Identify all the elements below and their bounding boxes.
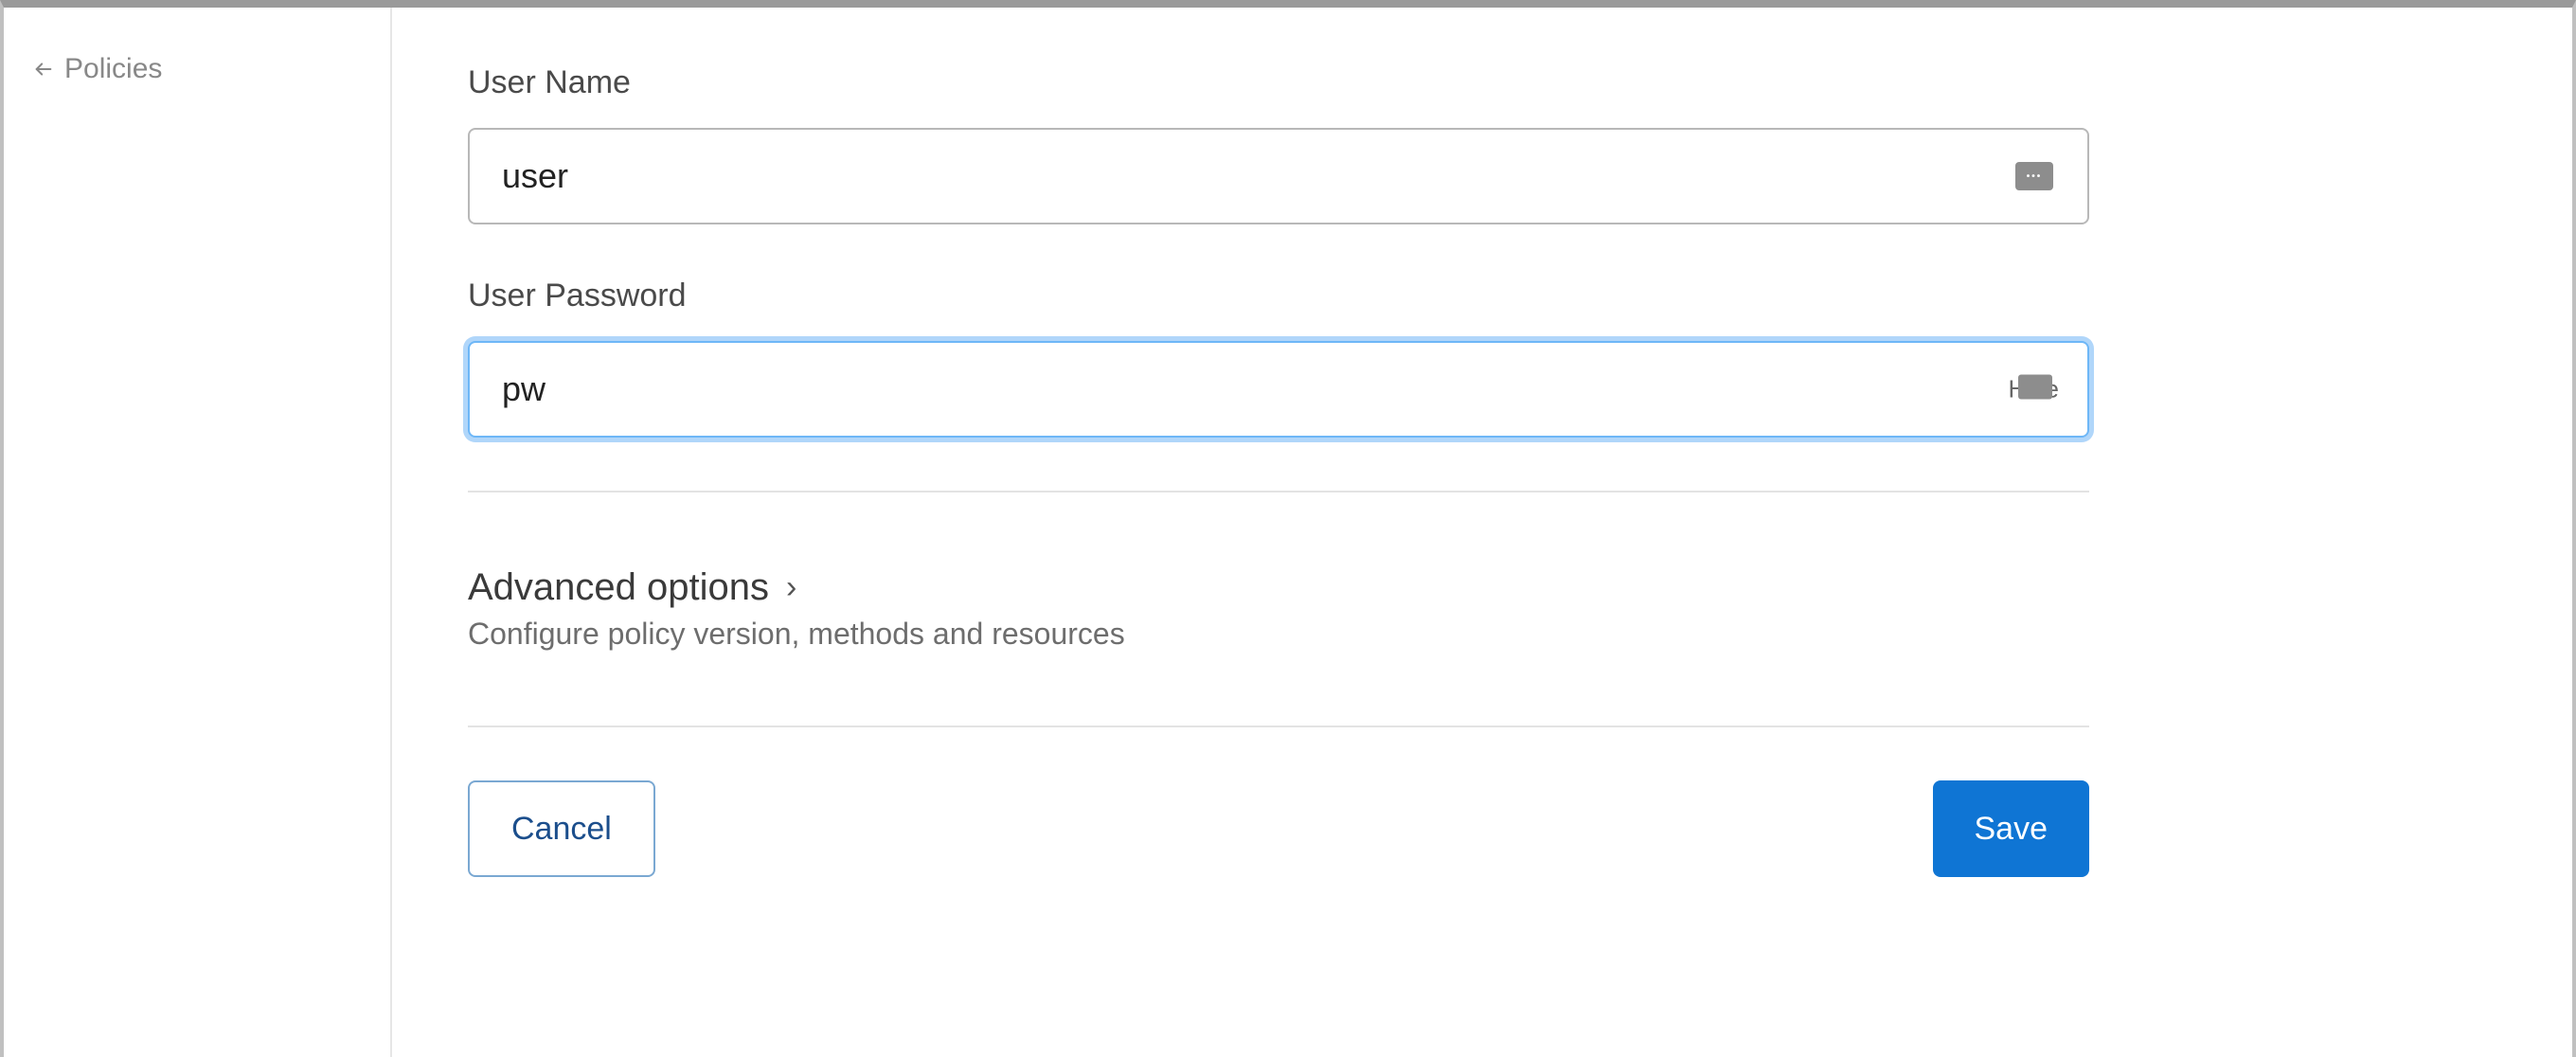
advanced-description: Configure policy version, methods and re… bbox=[468, 617, 2089, 652]
password-input-wrap: Hide bbox=[468, 341, 2089, 438]
back-to-policies-link[interactable]: Policies bbox=[32, 53, 362, 85]
arrow-left-icon bbox=[32, 58, 55, 81]
password-input[interactable] bbox=[468, 341, 2089, 438]
main-form: User Name ••• User Password Hide Advance… bbox=[392, 8, 2572, 1057]
advanced-title: Advanced options bbox=[468, 566, 769, 609]
cancel-button[interactable]: Cancel bbox=[468, 780, 655, 877]
password-label: User Password bbox=[468, 278, 2089, 314]
app-window: Policies User Name ••• User Password Hid… bbox=[0, 0, 2576, 1057]
back-link-label: Policies bbox=[64, 53, 162, 85]
save-button[interactable]: Save bbox=[1933, 780, 2090, 877]
password-manager-icon[interactable]: ••• bbox=[2015, 162, 2053, 190]
username-label: User Name bbox=[468, 64, 2089, 101]
username-input-wrap: ••• bbox=[468, 128, 2089, 224]
chevron-right-icon: › bbox=[786, 569, 796, 606]
sidebar: Policies bbox=[4, 8, 392, 1057]
username-input[interactable] bbox=[468, 128, 2089, 224]
form-actions: Cancel Save bbox=[468, 727, 2089, 877]
password-hide-toggle[interactable]: Hide bbox=[2009, 375, 2059, 404]
advanced-options-toggle[interactable]: Advanced options › bbox=[468, 566, 2089, 609]
password-manager-icon bbox=[2018, 375, 2052, 400]
advanced-options-section: Advanced options › Configure policy vers… bbox=[468, 493, 2089, 726]
